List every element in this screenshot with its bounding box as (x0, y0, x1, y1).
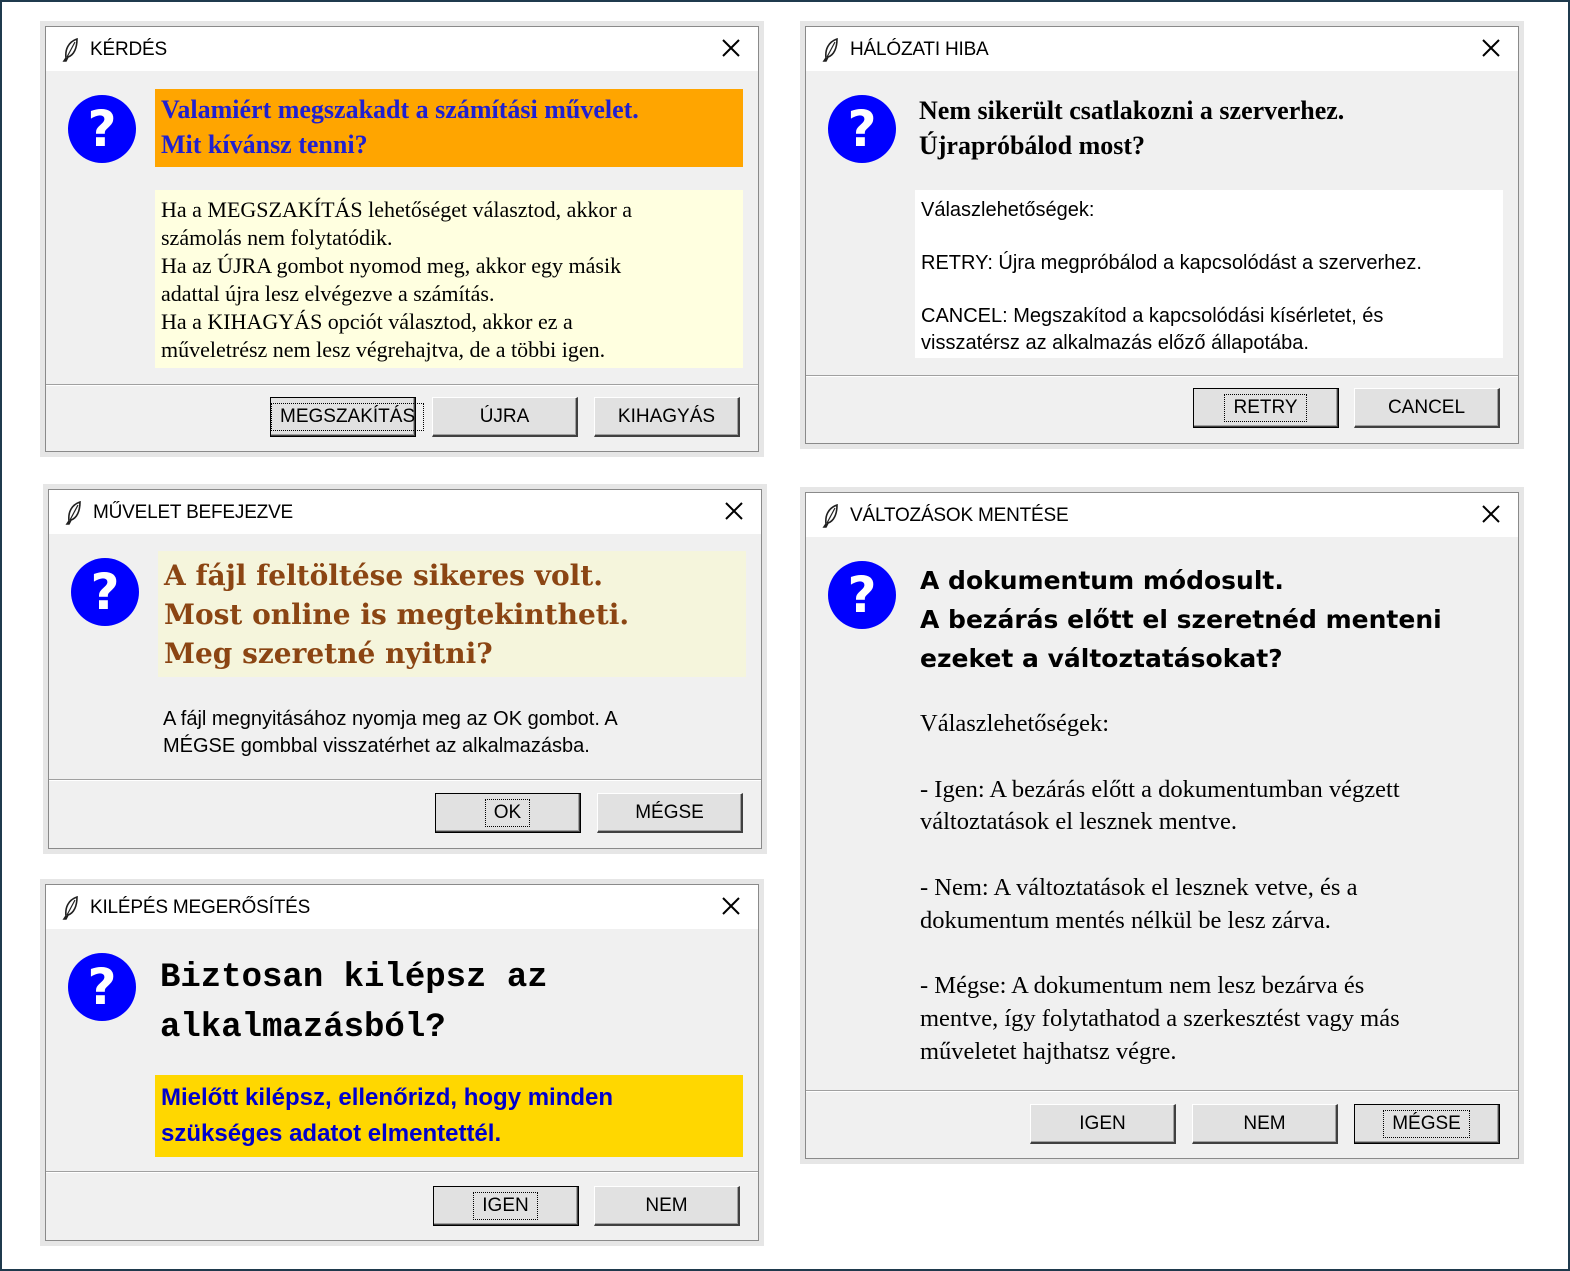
dialog-kilepes-megerosites: KILÉPÉS MEGERŐSÍTÉS ? Biztosan kilépsz a… (45, 884, 759, 1241)
dialog-muvelet-befejezve: MŰVELET BEFEJEZVE ? A fájl feltöltése si… (48, 489, 762, 849)
question-icon: ? (68, 95, 136, 163)
close-icon[interactable] (721, 498, 747, 524)
feather-icon (62, 38, 78, 62)
feather-icon (65, 501, 81, 525)
igen-button[interactable]: IGEN (433, 1186, 579, 1226)
igen-button[interactable]: IGEN (1030, 1104, 1176, 1144)
nem-button[interactable]: NEM (1192, 1104, 1338, 1144)
question-icon: ? (828, 561, 896, 629)
feather-icon (822, 38, 838, 62)
feather-icon (822, 504, 838, 528)
close-icon[interactable] (718, 35, 744, 61)
message-text: Valamiért megszakadt a számítási művelet… (155, 89, 743, 167)
dialog-title: KILÉPÉS MEGERŐSÍTÉS (90, 897, 311, 918)
svg-text:?: ? (87, 100, 116, 158)
svg-text:?: ? (90, 563, 119, 621)
dialog-title: HÁLÓZATI HIBA (850, 39, 989, 60)
megse-button[interactable]: MÉGSE (597, 793, 743, 833)
close-icon[interactable] (718, 893, 744, 919)
dialog-kerdes: KÉRDÉS ? Valamiért megszakadt a számítás… (45, 26, 759, 452)
svg-text:?: ? (87, 958, 116, 1016)
message-text: Biztosan kilépsz az alkalmazásból? (160, 959, 548, 1047)
dialog-title: VÁLTOZÁSOK MENTÉSE (850, 505, 1069, 526)
retry-button[interactable]: RETRY (1193, 388, 1339, 428)
question-icon: ? (71, 558, 139, 626)
separator (49, 779, 761, 781)
feather-icon (62, 896, 78, 920)
separator (46, 384, 758, 386)
title-bar[interactable]: KILÉPÉS MEGERŐSÍTÉS (46, 885, 758, 929)
question-icon: ? (68, 953, 136, 1021)
dialog-valtozasok-mentese: VÁLTOZÁSOK MENTÉSE ? A dokumentum módosu… (805, 492, 1519, 1159)
cancel-button[interactable]: CANCEL (1354, 388, 1500, 428)
detail-text: Válaszlehetőségek: RETRY: Újra megpróbál… (915, 190, 1503, 358)
dialog-title: KÉRDÉS (90, 39, 167, 60)
title-bar[interactable]: HÁLÓZATI HIBA (806, 27, 1518, 71)
dialog-title: MŰVELET BEFEJEZVE (93, 502, 294, 523)
close-icon[interactable] (1478, 501, 1504, 527)
message-text: Nem sikerült csatlakozni a szerverhez. Ú… (919, 96, 1345, 160)
detail-text: A fájl megnyitásához nyomja meg az OK go… (163, 708, 618, 757)
detail-text: Mielőtt kilépsz, ellenőrizd, hogy minden… (155, 1075, 743, 1157)
megse-button[interactable]: MÉGSE (1354, 1104, 1500, 1144)
megszakitas-button[interactable]: MEGSZAKÍTÁS (270, 397, 425, 437)
title-bar[interactable]: MŰVELET BEFEJEZVE (49, 490, 761, 534)
detail-text: Ha a MEGSZAKÍTÁS lehetőséget választod, … (155, 190, 743, 368)
message-text: A fájl feltöltése sikeres volt. Most onl… (158, 551, 746, 677)
title-bar[interactable]: KÉRDÉS (46, 27, 758, 71)
separator (46, 1171, 758, 1173)
title-bar[interactable]: VÁLTOZÁSOK MENTÉSE (806, 493, 1518, 537)
separator (806, 1090, 1518, 1092)
svg-text:?: ? (847, 566, 876, 624)
nem-button[interactable]: NEM (594, 1186, 740, 1226)
ok-button[interactable]: OK (435, 793, 581, 833)
kihagyas-button[interactable]: KIHAGYÁS (594, 397, 740, 437)
separator (806, 375, 1518, 377)
close-icon[interactable] (1478, 35, 1504, 61)
detail-text: Válaszlehetőségek: - Igen: A bezárás elő… (920, 710, 1400, 1065)
ujra-button[interactable]: ÚJRA (432, 397, 578, 437)
message-text: A dokumentum módosult. A bezárás előtt e… (920, 566, 1442, 673)
dialog-halozati-hiba: HÁLÓZATI HIBA ? Nem sikerült csatlakozni… (805, 26, 1519, 444)
question-icon: ? (828, 95, 896, 163)
svg-text:?: ? (847, 100, 876, 158)
